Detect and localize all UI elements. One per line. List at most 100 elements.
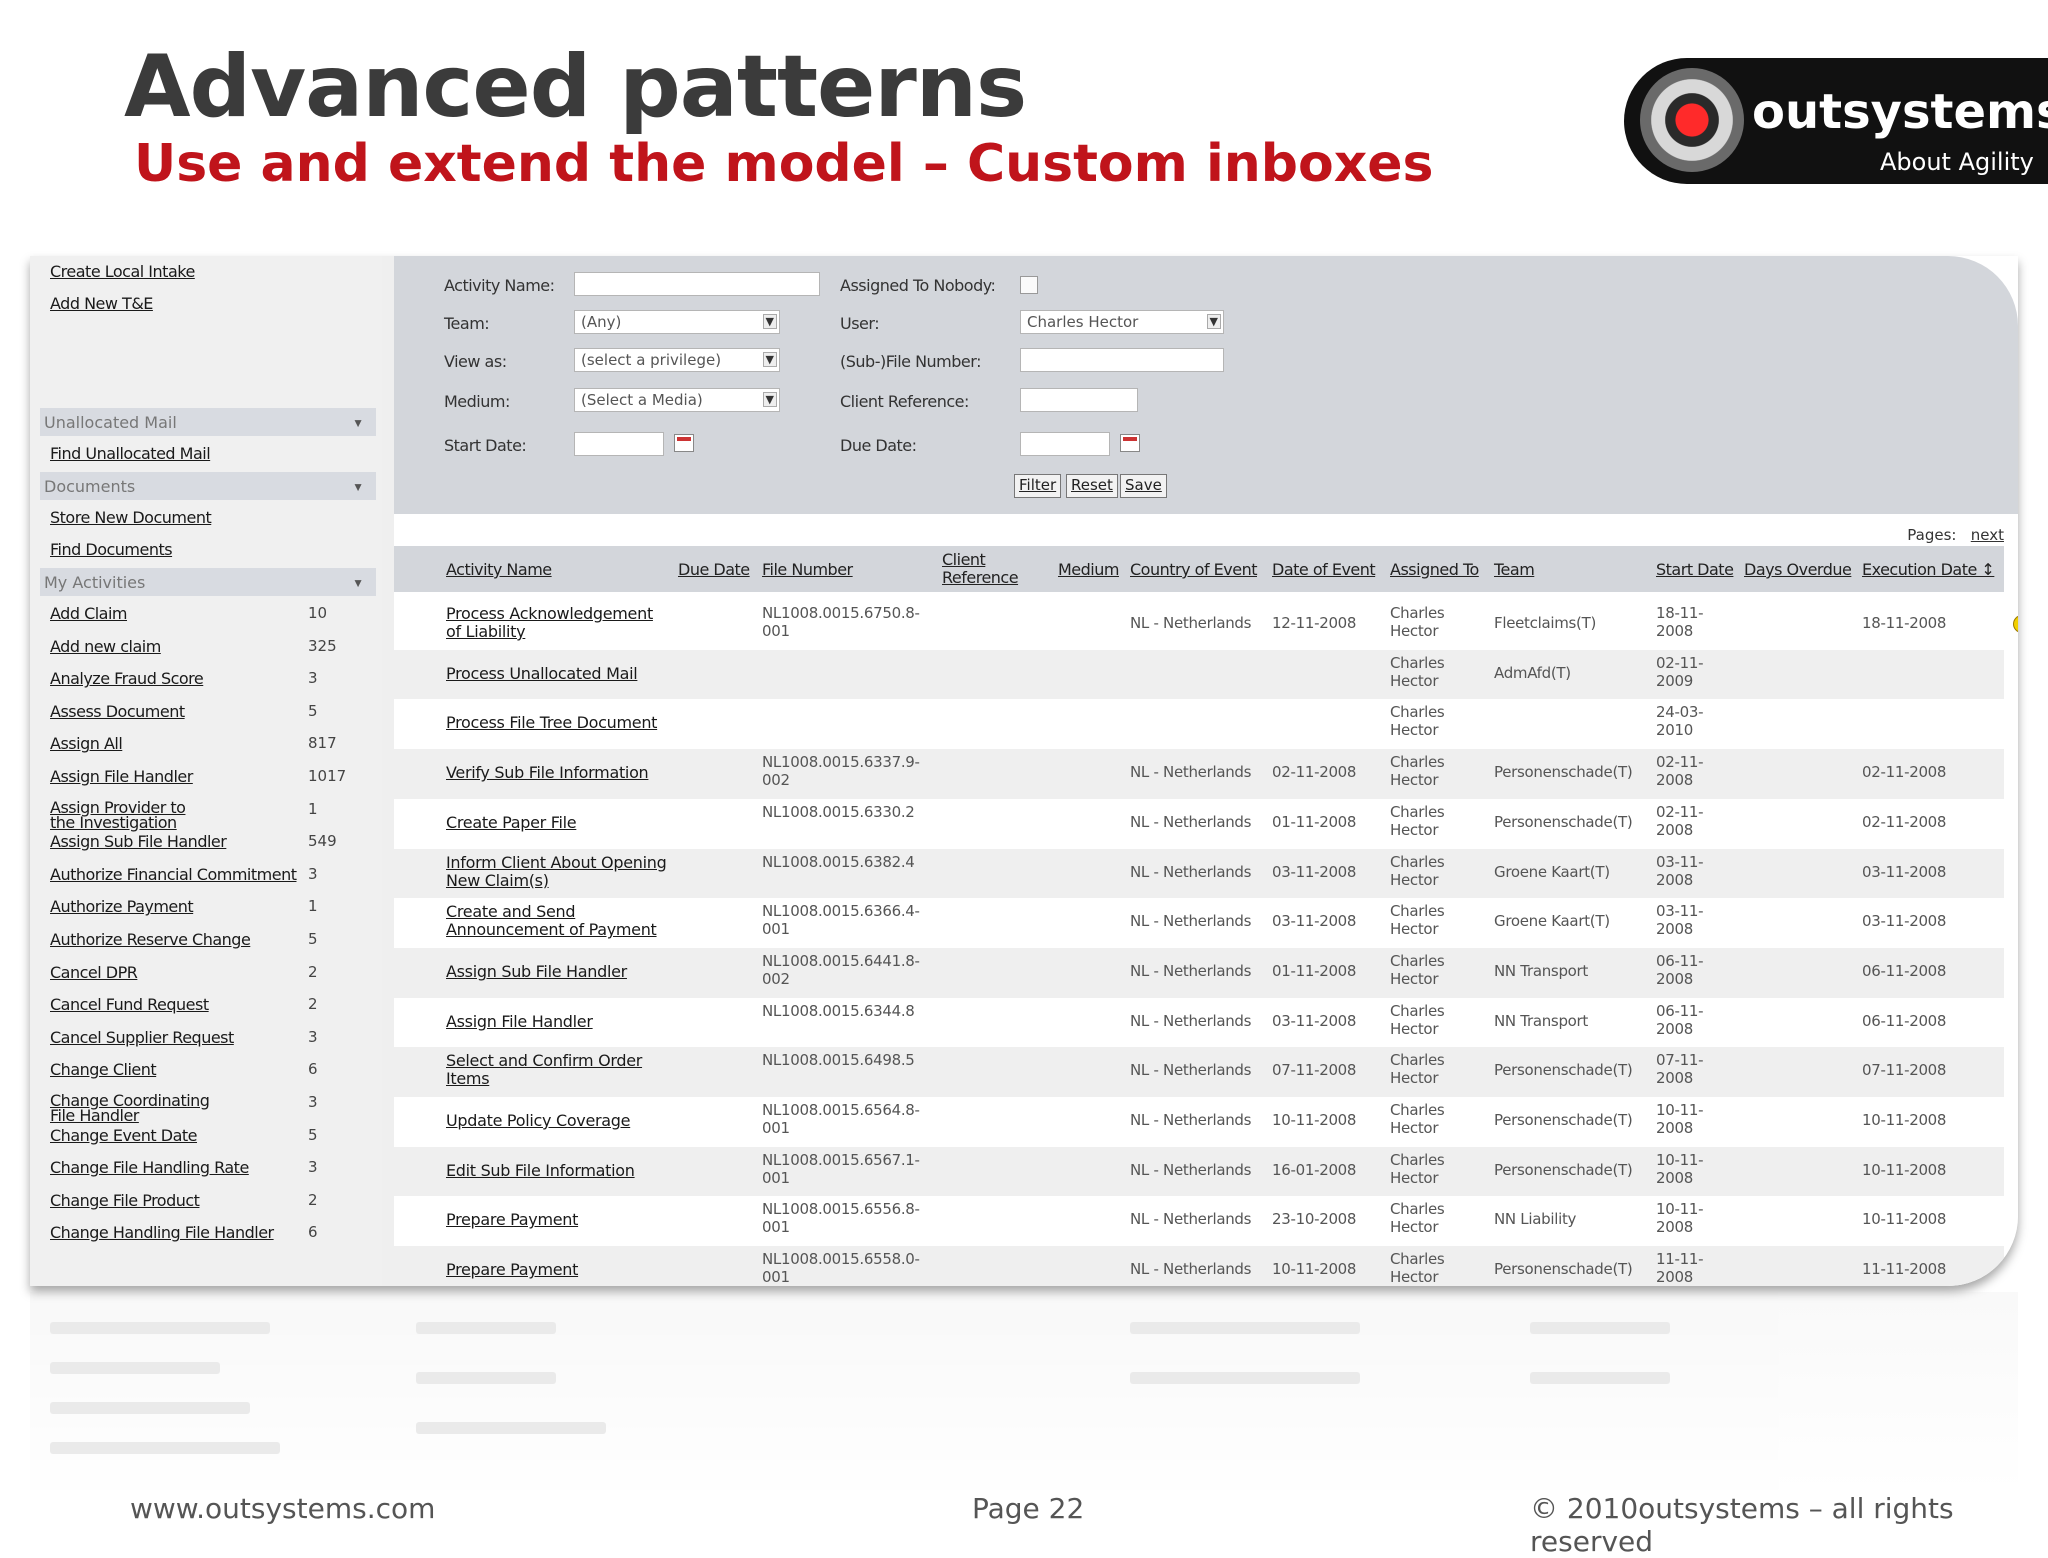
activity-name-link[interactable]: Update Policy Coverage <box>446 1111 631 1130</box>
medium-select[interactable]: (Select a Media) <box>574 388 780 412</box>
table-row[interactable]: Edit Sub File Information NL1008.0015.656… <box>394 1146 2004 1197</box>
sidebar-activity-link[interactable]: Change File Product <box>50 1191 200 1210</box>
table-row[interactable]: Process Acknowledgement of Liability NL100… <box>394 600 2018 650</box>
col-file-number[interactable]: File Number <box>762 562 853 578</box>
sidebar-activity-link[interactable]: Cancel Supplier Request <box>50 1028 234 1047</box>
table-row[interactable]: Assign Sub File Handler NL1008.0015.6441.… <box>394 947 2004 998</box>
table-row[interactable]: Assign File Handler NL1008.0015.6344.8 NL … <box>394 997 2004 1048</box>
table-row[interactable]: Inform Client About Opening New Claim(s) N… <box>394 848 2004 899</box>
activity-name-link[interactable]: New Claim(s) <box>446 871 549 890</box>
assigned-nobody-checkbox[interactable] <box>1020 276 1038 294</box>
section-header-documents[interactable]: Documents ▼ <box>40 472 376 500</box>
activity-name-link[interactable]: Items <box>446 1069 490 1088</box>
file-number: 001 <box>762 1168 790 1187</box>
view-as-select[interactable]: (select a privilege) <box>574 348 780 372</box>
due-date-input[interactable] <box>1020 432 1110 456</box>
sidebar-activity-link[interactable]: Authorize Payment <box>50 897 194 916</box>
table-row[interactable]: Process Unallocated Mail Charles Hector Adm… <box>394 649 2004 700</box>
activity-name-link[interactable]: Verify Sub File Information <box>446 763 649 782</box>
team: Fleetclaims(T) <box>1494 614 1597 632</box>
start-date-input[interactable] <box>574 432 664 456</box>
activity-name-link[interactable]: Create and Send <box>446 902 576 921</box>
user-select[interactable]: Charles Hector <box>1020 310 1224 334</box>
start-date: 06-11- <box>1656 951 1704 970</box>
sidebar-activity-link[interactable]: Assign File Handler <box>50 767 193 786</box>
sidebar-activity-link[interactable]: Assign All <box>50 734 123 753</box>
activity-name-link[interactable]: Create Paper File <box>446 813 577 832</box>
sidebar-activity-link[interactable]: Add Claim <box>50 604 128 623</box>
activity-name-link[interactable]: Edit Sub File Information <box>446 1161 635 1180</box>
section-header-unallocated[interactable]: Unallocated Mail ▼ <box>40 408 376 436</box>
subfile-number-input[interactable] <box>1020 348 1224 372</box>
sidebar-link-find-unallocated[interactable]: Find Unallocated Mail <box>50 444 211 463</box>
activity-name-link[interactable]: Announcement of Payment <box>446 920 657 939</box>
start-date: 10-11- <box>1656 1200 1704 1219</box>
app-screenshot: Create Local Intake Add New T&E Unalloca… <box>30 256 2018 1286</box>
col-client[interactable]: Client <box>942 552 986 568</box>
sidebar-activity-link[interactable]: Authorize Reserve Change <box>50 930 251 949</box>
table-row[interactable]: Update Policy Coverage NL1008.0015.6564.8… <box>394 1097 2004 1147</box>
activity-name-input[interactable] <box>574 272 820 296</box>
calendar-icon[interactable] <box>674 434 694 452</box>
table-row[interactable]: Prepare Payment NL1008.0015.6558.0- 001 NL … <box>394 1246 2004 1286</box>
pager-label: Pages: <box>1907 526 1957 544</box>
sidebar-link-create-local-intake[interactable]: Create Local Intake <box>50 262 195 281</box>
sidebar-activity-link[interactable]: Change File Handling Rate <box>50 1158 249 1177</box>
col-start-date[interactable]: Start Date <box>1656 562 1734 578</box>
save-button[interactable]: Save <box>1120 474 1167 498</box>
col-country[interactable]: Country of Event <box>1130 562 1258 578</box>
sidebar-activity-link[interactable]: Authorize Financial Commitment <box>50 865 297 884</box>
sidebar-activity-link[interactable]: Cancel Fund Request <box>50 995 209 1014</box>
sidebar-activity-link[interactable]: Change Coordinating File Handler <box>50 1093 210 1124</box>
table-row[interactable]: Process File Tree Document Charles Hector 2… <box>394 699 2004 750</box>
sidebar-activity-link[interactable]: Change Event Date <box>50 1126 198 1145</box>
alert-bell-icon[interactable] <box>2014 616 2018 632</box>
table-row[interactable]: Prepare Payment NL1008.0015.6556.8- 001 NL … <box>394 1196 2004 1247</box>
col-execution-date[interactable]: Execution Date ↕ <box>1862 562 1995 578</box>
col-medium[interactable]: Medium <box>1058 562 1119 578</box>
assigned-to: Charles <box>1390 604 1445 622</box>
col-activity-name[interactable]: Activity Name <box>446 562 552 578</box>
country-of-event: NL - Netherlands <box>1130 1160 1252 1179</box>
col-assigned-to[interactable]: Assigned To <box>1390 562 1479 578</box>
reset-button[interactable]: Reset <box>1066 474 1118 498</box>
sidebar-activity-link[interactable]: Add new claim <box>50 637 161 656</box>
col-due-date[interactable]: Due Date <box>678 562 750 578</box>
sidebar-link-store-document[interactable]: Store New Document <box>50 508 212 527</box>
activity-name-link[interactable]: Inform Client About Opening <box>446 853 667 872</box>
table-row[interactable]: Create and Send Announcement of Payment NL… <box>394 898 2004 949</box>
table-row[interactable]: Select and Confirm Order Items NL1008.0015… <box>394 1047 2004 1098</box>
filter-button[interactable]: Filter <box>1014 474 1062 498</box>
activity-name-link[interactable]: Select and Confirm Order <box>446 1051 642 1070</box>
sidebar-link-find-documents[interactable]: Find Documents <box>50 540 173 559</box>
activity-name-link[interactable]: Assign File Handler <box>446 1012 593 1031</box>
activity-name-link[interactable]: Prepare Payment <box>446 1260 578 1279</box>
calendar-icon[interactable] <box>1120 434 1140 452</box>
activity-name-link[interactable]: Prepare Payment <box>446 1210 578 1229</box>
sidebar-activity-link[interactable]: Cancel DPR <box>50 963 138 982</box>
team-select[interactable]: (Any) <box>574 310 780 334</box>
col-team[interactable]: Team <box>1494 562 1535 578</box>
activity-name-link[interactable]: Process File Tree Document <box>446 713 657 732</box>
activity-name-link[interactable]: Process Unallocated Mail <box>446 664 638 683</box>
sidebar-activity-link[interactable]: Change Client <box>50 1060 157 1079</box>
col-date-of-event[interactable]: Date of Event <box>1272 562 1376 578</box>
table-row[interactable]: Verify Sub File Information NL1008.0015.6… <box>394 749 2004 800</box>
col-days-overdue[interactable]: Days Overdue <box>1744 562 1852 578</box>
start-date: 02-11- <box>1656 753 1704 772</box>
sidebar-activity-link[interactable]: Assess Document <box>50 702 185 721</box>
client-reference-input[interactable] <box>1020 388 1138 412</box>
section-header-my-activities[interactable]: My Activities ▼ <box>40 568 376 596</box>
sidebar-activity-link[interactable]: Assign Sub File Handler <box>50 832 227 851</box>
sidebar-activity-link[interactable]: Change Handling File Handler <box>50 1223 274 1242</box>
sidebar-activity-link[interactable]: Analyze Fraud Score <box>50 669 204 688</box>
pager-next-link[interactable]: next <box>1971 526 2004 544</box>
table-row[interactable]: Create Paper File NL1008.0015.6330.2 NL - … <box>394 798 2004 849</box>
col-reference[interactable]: Reference <box>942 570 1019 586</box>
sidebar-link-add-new-te[interactable]: Add New T&E <box>50 294 153 313</box>
sidebar-activity-link[interactable]: Assign Provider to the Investigation <box>50 799 210 830</box>
chevron-down-icon: ▼ <box>352 576 364 590</box>
activity-name-link[interactable]: of Liability <box>446 622 526 641</box>
activity-name-link[interactable]: Assign Sub File Handler <box>446 962 627 981</box>
activity-name-link[interactable]: Process Acknowledgement <box>446 604 653 623</box>
